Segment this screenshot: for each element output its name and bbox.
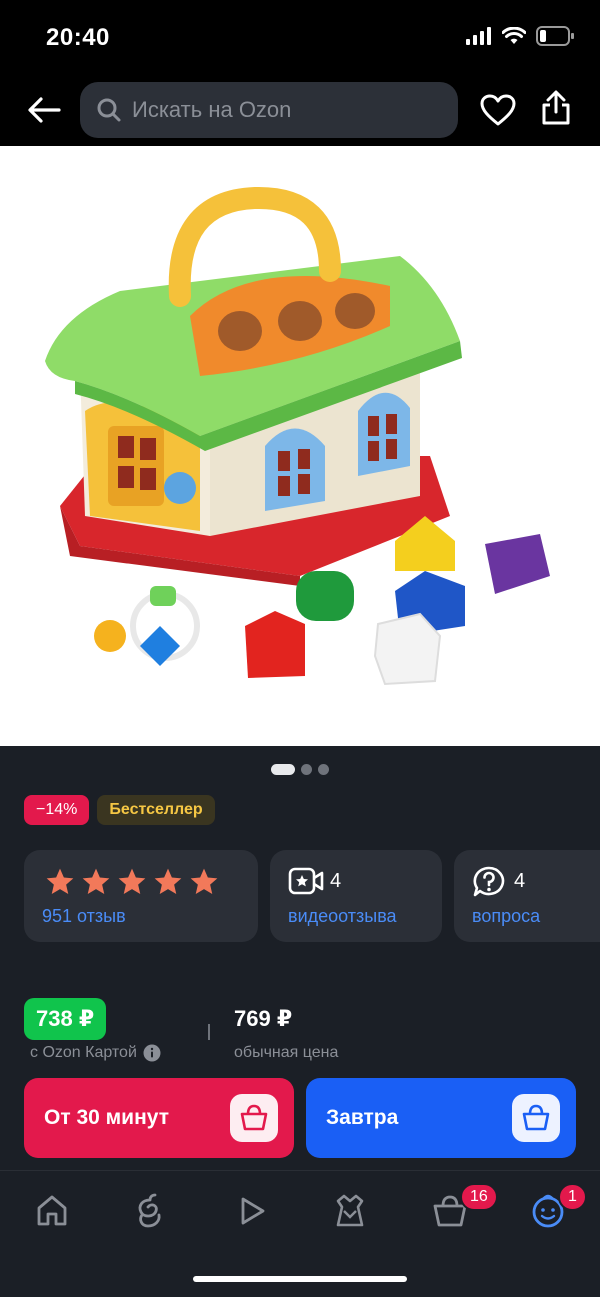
top-bar: Искать на Ozon <box>0 78 600 146</box>
search-input[interactable]: Искать на Ozon <box>80 82 458 138</box>
bestseller-badge: Бестселлер <box>97 795 215 825</box>
star-icon <box>82 868 110 894</box>
status-bar: 20:40 <box>0 0 600 78</box>
nav-video[interactable] <box>232 1191 272 1231</box>
back-arrow-icon <box>28 97 61 123</box>
wifi-icon <box>501 26 527 50</box>
video-review-icon <box>288 866 324 901</box>
add-to-cart-tomorrow[interactable] <box>512 1094 560 1142</box>
profile-badge: 1 <box>558 1183 587 1211</box>
star-icon <box>154 868 182 894</box>
express-delivery-button[interactable]: От 30 минут <box>24 1078 294 1158</box>
star-icon <box>46 868 74 894</box>
ozon-card-price: 738 ₽ <box>24 998 107 1040</box>
battery-icon <box>536 26 574 51</box>
reviews-link[interactable]: 951 отзыв <box>42 906 126 927</box>
info-icon[interactable] <box>143 1044 161 1062</box>
video-reviews-card[interactable]: 4 видеоотзыва <box>270 850 442 942</box>
search-icon <box>97 98 121 122</box>
video-count: 4 <box>330 870 342 892</box>
price-row: 738 ₽ с Ozon Картой 769 ₽ обычная цена <box>24 998 576 1068</box>
rating-stars <box>44 866 220 898</box>
back-button[interactable] <box>24 90 64 130</box>
ozon-card-price-caption[interactable]: с Ozon Картой <box>30 1044 161 1062</box>
home-icon <box>37 1195 67 1226</box>
share-icon <box>542 90 570 125</box>
share-button[interactable] <box>536 88 576 128</box>
questions-link[interactable]: вопроса <box>472 906 540 927</box>
heart-icon <box>480 94 516 126</box>
rating-card[interactable]: 951 отзыв <box>24 850 258 942</box>
tomorrow-delivery-button[interactable]: Завтра <box>306 1078 576 1158</box>
question-icon <box>472 866 506 903</box>
regular-price-caption: обычная цена <box>234 1044 339 1061</box>
product-image[interactable] <box>0 146 600 746</box>
star-icon <box>190 868 218 894</box>
price-divider <box>208 1024 210 1040</box>
nav-home[interactable] <box>32 1191 72 1231</box>
basket-icon <box>522 1104 550 1131</box>
gallery-dot[interactable] <box>301 764 312 775</box>
basket-icon <box>240 1104 268 1131</box>
nav-fashion[interactable] <box>330 1191 370 1231</box>
cart-badge: 16 <box>460 1183 498 1211</box>
gallery-dots <box>0 764 600 775</box>
signal-icon <box>466 27 492 50</box>
search-placeholder: Искать на Ozon <box>132 97 292 122</box>
ozon-fresh-icon <box>138 1193 161 1228</box>
video-icon <box>241 1197 265 1225</box>
status-icons <box>466 26 574 51</box>
ozon-card-label: с Ozon Картой <box>30 1044 137 1061</box>
status-time: 20:40 <box>46 24 110 51</box>
questions-count: 4 <box>514 870 526 892</box>
questions-card[interactable]: 4 вопроса <box>454 850 600 942</box>
gallery-dot[interactable] <box>318 764 329 775</box>
video-reviews-link[interactable]: видеоотзыва <box>288 906 397 927</box>
express-delivery-label: От 30 минут <box>44 1106 169 1129</box>
fashion-icon <box>336 1194 364 1227</box>
tomorrow-delivery-label: Завтра <box>326 1106 399 1129</box>
nav-fresh[interactable] <box>130 1191 170 1231</box>
regular-price: 769 ₽ <box>234 1006 293 1031</box>
discount-badge: −14% <box>24 795 90 825</box>
toy-house-illustration <box>45 186 550 686</box>
home-indicator <box>193 1276 407 1282</box>
review-cards: 951 отзыв 4 видеоотзыва 4 вопроса <box>24 850 600 942</box>
favorite-button[interactable] <box>478 90 518 130</box>
product-badges: −14% Бестселлер <box>24 795 215 825</box>
gallery-dot-active[interactable] <box>271 764 295 775</box>
star-icon <box>118 868 146 894</box>
add-to-cart-express[interactable] <box>230 1094 278 1142</box>
